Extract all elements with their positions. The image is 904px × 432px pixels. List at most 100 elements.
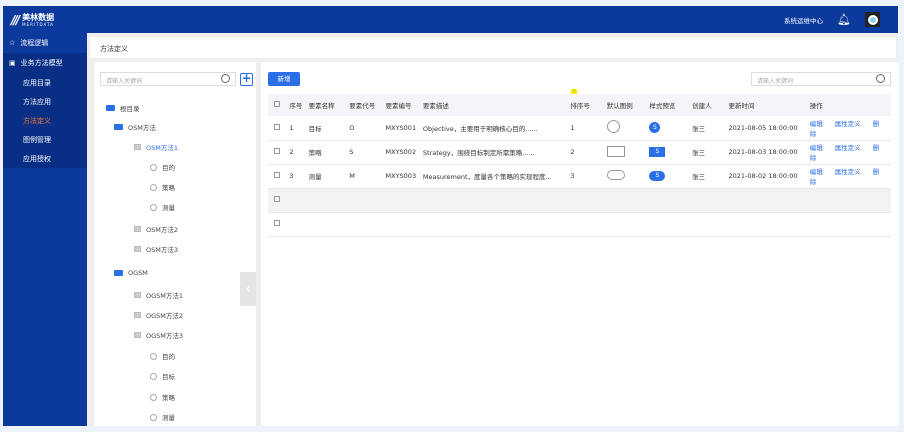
model-icon: ▣ (9, 59, 16, 67)
edit-link[interactable]: 编辑 (810, 120, 823, 128)
tree-node[interactable]: OSM方法1 (134, 142, 178, 152)
placeholder: 请输入关键词 (106, 78, 143, 85)
tree-node-label: OGSM方法1 (146, 292, 184, 300)
cell-name: 测量 (308, 164, 350, 189)
tree-node[interactable]: OGSM方法2 (134, 310, 183, 320)
target-icon (150, 163, 157, 171)
folder-icon (114, 124, 123, 130)
tree-node[interactable]: OGSM方法1 (134, 290, 183, 300)
tree-node[interactable]: OSM方法2 (134, 224, 178, 234)
table-search-input[interactable]: 请输入关键词 (751, 72, 891, 86)
column-header: 更新时间 (728, 94, 810, 116)
tree-node-label: OGSM方法3 (146, 332, 184, 340)
column-header: 序号 (289, 94, 309, 116)
logo-subtext: MERITDATA (22, 21, 54, 27)
style-preview: S (649, 147, 666, 157)
sidebar-item-app-auth[interactable]: 应用授权 (3, 149, 87, 168)
select-all-checkbox[interactable] (274, 101, 280, 107)
tree-node-label: OSM方法1 (146, 144, 178, 152)
tree-node[interactable]: 目标 (150, 371, 175, 381)
column-header: 要素描述 (422, 94, 571, 116)
cell-sort: 3 (570, 164, 607, 189)
target-icon (150, 413, 157, 421)
app-window: /// 美林数据 MERITDATA 系统运维中心 🔔︎ ☆ 流程逻辑 ▣ 业务方法模… (3, 6, 899, 426)
tree-node-label: 测量 (162, 414, 175, 422)
tree-node-label: 测量 (162, 204, 175, 212)
sidebar-item-label: 流程逻辑 (20, 39, 49, 47)
cell-time: 2021-08-05 18:00:00 (728, 116, 810, 141)
bell-icon[interactable]: 🔔︎ (837, 13, 851, 26)
tree-node-label: OSM方法3 (146, 246, 178, 254)
tree-node[interactable]: OSM方法3 (134, 244, 178, 254)
sidebar-item-business-model[interactable]: ▣ 业务方法模型 (3, 53, 87, 73)
row-checkbox[interactable] (274, 123, 280, 130)
legend-circle-icon (606, 120, 620, 134)
tree-node[interactable]: 策略 (150, 392, 175, 402)
target-icon (150, 203, 157, 211)
tree-node-label: OSM方法 (128, 124, 156, 132)
empty-row (268, 212, 891, 237)
cell-name: 目标 (308, 116, 350, 141)
sidebar: ☆ 流程逻辑 ▣ 业务方法模型 应用目录 方法应用 方法定义 图例管理 应用授权 (3, 33, 87, 426)
ops-center-link[interactable]: 系统运维中心 (784, 15, 823, 25)
target-icon (150, 372, 157, 380)
sidebar-item-method-def[interactable]: 方法定义 (3, 111, 87, 130)
cell-sort: 1 (570, 116, 607, 141)
tree-node[interactable]: 目的 (150, 162, 175, 172)
tree-node-label: 目的 (162, 353, 175, 361)
tree-node[interactable]: OGSM方法3 (134, 330, 183, 340)
cell-desc: Measurement，度量各个策略的实现程度... (422, 164, 571, 189)
cell-creator: 张三 (692, 140, 729, 165)
avatar[interactable] (865, 12, 880, 27)
sidebar-item-app-catalog[interactable]: 应用目录 (3, 73, 87, 92)
add-node-button[interactable]: + (240, 72, 253, 86)
tree-node[interactable]: 目的 (150, 351, 175, 361)
tree-node[interactable]: 根目录 (106, 103, 140, 113)
edit-link[interactable]: 编辑 (810, 168, 823, 176)
row-checkbox[interactable] (274, 148, 280, 154)
tree-node[interactable]: 策略 (150, 182, 175, 192)
tree-search-input[interactable]: 请输入关键词 (100, 72, 236, 86)
attr-def-link[interactable]: 属性定义 (835, 144, 861, 152)
tree-node[interactable]: 测量 (150, 412, 175, 422)
edit-link[interactable]: 编辑 (810, 144, 823, 152)
document-icon (134, 292, 141, 298)
column-header: 要素代号 (349, 94, 386, 116)
row-checkbox[interactable] (274, 172, 280, 178)
tree-node[interactable]: OGSM (114, 269, 148, 277)
add-button[interactable]: 新增 (268, 72, 300, 86)
column-header: 操作 (809, 94, 891, 116)
sidebar-item-method-app[interactable]: 方法应用 (3, 92, 87, 111)
tree-node-label: 目标 (162, 373, 175, 381)
cell-name: 策略 (308, 140, 350, 165)
cell-creator: 张三 (692, 116, 729, 141)
collapse-panel-button[interactable]: ‹ (240, 272, 256, 306)
main-panel: 新增 请输入关键词 ! 序号 要素名称 要素代号 要素编号 要素描述 排序号 默认图例 样式预… (261, 62, 899, 426)
sidebar-item-label: 业务方法模型 (20, 59, 63, 67)
cell-time: 2021-08-02 18:00:00 (728, 164, 810, 189)
tree-node-label: 策略 (162, 394, 175, 402)
column-header: 排序号 (570, 94, 607, 116)
document-icon (134, 312, 141, 318)
attr-def-link[interactable]: 属性定义 (835, 120, 861, 128)
sidebar-item-legend-mgmt[interactable]: 图例管理 (3, 130, 87, 149)
target-icon (150, 393, 157, 401)
cell-code: O (349, 116, 386, 141)
cell-desc: Objective，主要用于明确核心目的...... (422, 116, 571, 141)
tree-node[interactable]: 测量 (150, 202, 175, 212)
cell-desc: Strategy，围绕目标制定所需策略...... (422, 140, 571, 165)
tree-node-label: OGSM方法2 (146, 312, 184, 320)
row-checkbox[interactable] (274, 220, 280, 226)
row-checkbox[interactable] (274, 196, 280, 202)
sidebar-item-flow-logic[interactable]: ☆ 流程逻辑 (3, 33, 87, 53)
breadcrumb: 方法定义 (90, 37, 896, 58)
cell-no: 1 (289, 116, 309, 141)
column-header: 创建人 (692, 94, 729, 116)
document-icon (134, 246, 141, 252)
attr-def-link[interactable]: 属性定义 (835, 168, 861, 176)
search-icon[interactable] (221, 74, 230, 83)
column-header: 要素名称 (308, 94, 350, 116)
search-icon[interactable] (876, 74, 885, 83)
tree-node[interactable]: OSM方法 (114, 122, 156, 132)
table-row: 1 目标 O MXYS001 Objective，主要用于明确核心目的...... 1 S 张… (268, 116, 891, 141)
